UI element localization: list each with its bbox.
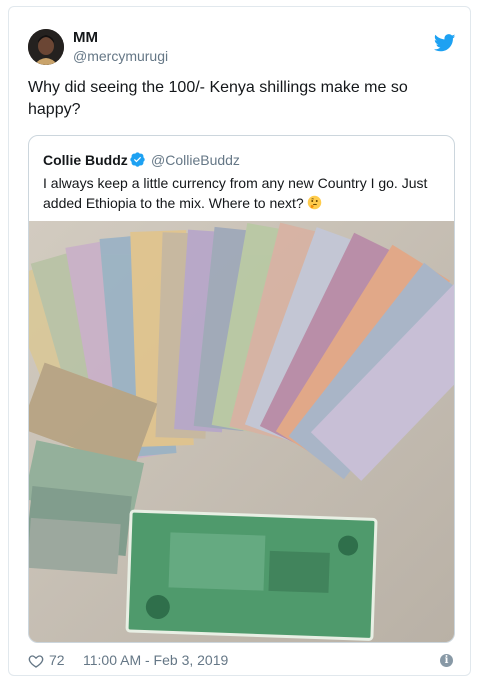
like-count[interactable]: 72 bbox=[49, 652, 65, 668]
embedded-tweet-card: MM @mercymurugi Why did seeing the 100/-… bbox=[8, 6, 471, 676]
author-handle[interactable]: @mercymurugi bbox=[73, 48, 168, 64]
tweet-timestamp[interactable]: 11:00 AM - Feb 3, 2019 bbox=[83, 652, 228, 668]
quoted-tweet[interactable]: Collie Buddz @CollieBuddz I always keep … bbox=[28, 135, 455, 643]
tweet-text: Why did seeing the 100/- Kenya shillings… bbox=[28, 79, 408, 118]
avatar[interactable] bbox=[28, 29, 64, 65]
currency-photo[interactable] bbox=[29, 221, 454, 642]
tweet-footer: 72 11:00 AM - Feb 3, 2019 i bbox=[28, 652, 453, 672]
thinking-face-icon bbox=[307, 195, 321, 210]
quoted-tweet-body: I always keep a little currency from any… bbox=[43, 175, 428, 211]
quoted-tweet-text: I always keep a little currency from any… bbox=[43, 173, 438, 213]
twitter-bird-icon[interactable] bbox=[434, 34, 456, 52]
info-icon[interactable]: i bbox=[440, 654, 453, 667]
heart-icon[interactable] bbox=[28, 653, 44, 669]
quoted-author-name[interactable]: Collie Buddz bbox=[43, 152, 128, 168]
author-display-name[interactable]: MM bbox=[73, 29, 98, 46]
verified-badge-icon bbox=[130, 152, 145, 167]
quoted-author-handle[interactable]: @CollieBuddz bbox=[151, 152, 240, 168]
